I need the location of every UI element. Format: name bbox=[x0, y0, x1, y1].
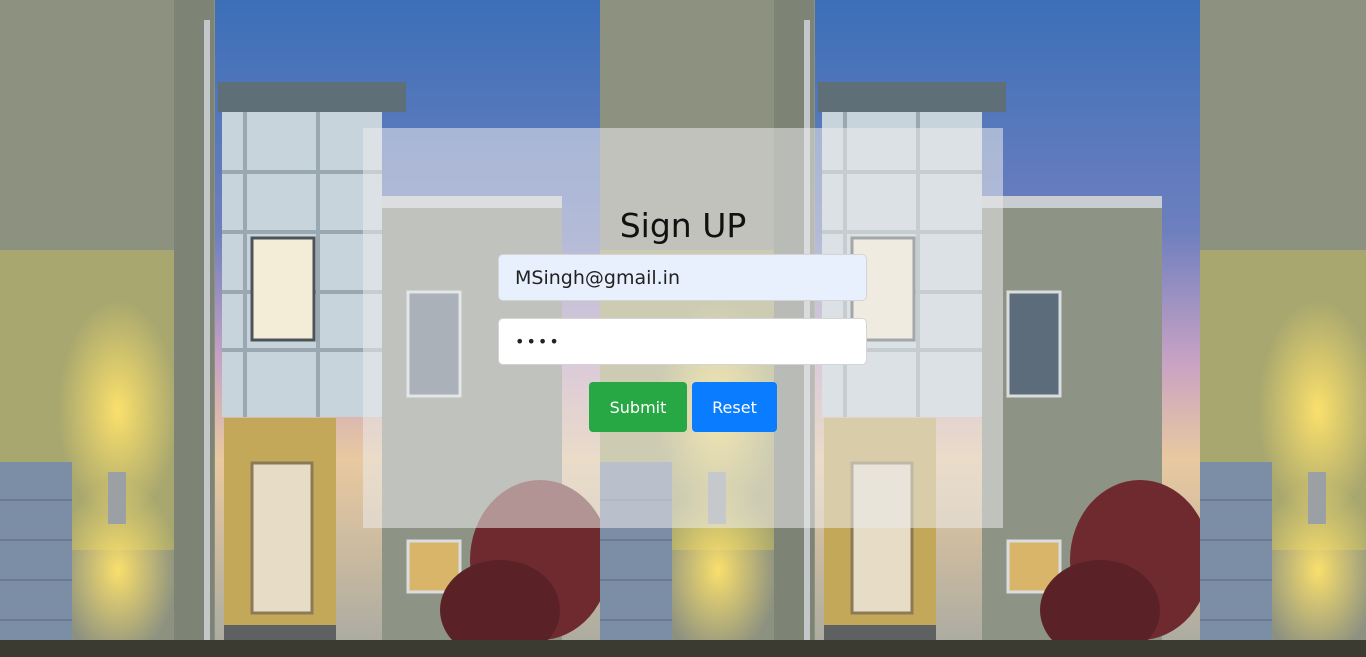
form-title: Sign UP bbox=[619, 206, 747, 245]
reset-button[interactable]: Reset bbox=[692, 382, 777, 432]
submit-button[interactable]: Submit bbox=[589, 382, 687, 432]
email-input[interactable] bbox=[498, 254, 867, 301]
house-photo-tile bbox=[1200, 0, 1366, 657]
password-input[interactable] bbox=[498, 318, 867, 365]
